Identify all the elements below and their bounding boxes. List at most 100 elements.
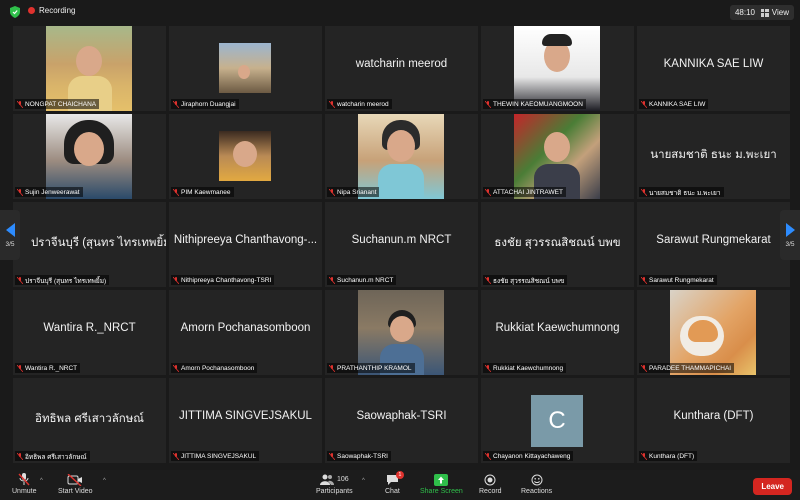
participant-display-name: Amorn Pochanasomboon bbox=[180, 322, 311, 334]
chat-button[interactable]: 1 Chat bbox=[385, 471, 404, 495]
participant-tile[interactable]: watcharin meerod watcharin meerod bbox=[325, 26, 478, 111]
participant-tile[interactable]: ATTACHAI JINTRAWET bbox=[481, 114, 634, 199]
participant-tile[interactable]: JITTIMA SINGVEJSAKUL JITTIMA SINGVEJSAKU… bbox=[169, 378, 322, 463]
share-screen-icon bbox=[434, 473, 449, 486]
participant-name-label: Rukkiat Kaewchumnong bbox=[483, 363, 567, 373]
participant-name-label: PIM Kaewmanee bbox=[171, 187, 234, 197]
participant-display-name: JITTIMA SINGVEJSAKUL bbox=[179, 410, 312, 422]
participants-button[interactable]: 106 Participants bbox=[316, 473, 353, 495]
participant-display-name: Sarawut Rungmekarat bbox=[656, 234, 771, 246]
mic-muted-icon bbox=[173, 277, 179, 284]
view-label: View bbox=[771, 8, 789, 17]
participant-name-label: PRATHANTHIP KRAMOL bbox=[327, 363, 415, 373]
participant-video bbox=[219, 43, 271, 93]
participant-tile[interactable]: PARADEE THAMMAPICHAI bbox=[637, 290, 790, 375]
previous-page-button[interactable]: 3/5 bbox=[0, 210, 20, 260]
unmute-button[interactable]: Unmute bbox=[12, 473, 37, 495]
participant-avatar: C bbox=[531, 395, 583, 447]
page-indicator: 3/5 bbox=[785, 240, 795, 248]
participant-name-label: Amorn Pochanasomboon bbox=[171, 363, 258, 373]
participant-tile[interactable]: Wantira R._NRCT Wantira R._NRCT bbox=[13, 290, 166, 375]
participant-display-name: อิทธิพล ศรีเสาวลักษณ์ bbox=[35, 413, 144, 425]
participant-name-label: KANNIKA SAE LIW bbox=[639, 99, 709, 109]
participant-tile[interactable]: Nithipreeya Chanthavong-... Nithipreeya … bbox=[169, 202, 322, 287]
mic-muted-icon bbox=[17, 101, 23, 108]
participant-tile[interactable]: ปราจีนบุรี (สุนทร ไทรเทพยิ้ม) ปราจีนบุรี… bbox=[13, 202, 166, 287]
participants-count: 106 bbox=[336, 476, 349, 483]
record-button[interactable]: Record bbox=[479, 473, 502, 495]
participant-tile[interactable]: Jiraphorn Duangjai bbox=[169, 26, 322, 111]
participants-label: Participants bbox=[316, 488, 353, 495]
participant-tile[interactable]: Saowaphak-TSRI Saowaphak-TSRI bbox=[325, 378, 478, 463]
mic-muted-icon bbox=[485, 189, 491, 196]
participant-tile[interactable]: Amorn Pochanasomboon Amorn Pochanasomboo… bbox=[169, 290, 322, 375]
participant-display-name: Rukkiat Kaewchumnong bbox=[495, 322, 620, 334]
share-screen-label: Share Screen bbox=[420, 488, 463, 495]
mic-muted-icon bbox=[641, 101, 647, 108]
participant-tile[interactable]: อิทธิพล ศรีเสาวลักษณ์ อิทธิพล ศรีเสาวลัก… bbox=[13, 378, 166, 463]
record-label: Record bbox=[479, 488, 502, 495]
participant-name-label: ธงชัย สุวรรณสิชณน์ บพข bbox=[483, 275, 568, 285]
audio-options-caret[interactable]: ^ bbox=[40, 478, 43, 484]
participant-tile[interactable]: PIM Kaewmanee bbox=[169, 114, 322, 199]
participant-tile[interactable]: NONGPAT CHAICHANA bbox=[13, 26, 166, 111]
next-page-button[interactable]: 3/5 bbox=[780, 210, 800, 260]
participant-name-label: นายสมชาติ ธนะ ม.พะเยา bbox=[639, 187, 724, 197]
participant-tile[interactable]: Rukkiat Kaewchumnong Rukkiat Kaewchumnon… bbox=[481, 290, 634, 375]
participant-tile[interactable]: Kunthara (DFT) Kunthara (DFT) bbox=[637, 378, 790, 463]
recording-indicator[interactable]: Recording bbox=[28, 6, 75, 15]
participant-name-label: JITTIMA SINGVEJSAKUL bbox=[171, 451, 260, 461]
mic-muted-icon bbox=[329, 101, 335, 108]
participant-display-name: KANNIKA SAE LIW bbox=[663, 58, 764, 70]
video-off-icon bbox=[67, 473, 83, 486]
mic-muted-icon bbox=[17, 277, 23, 284]
participant-display-name: watcharin meerod bbox=[355, 58, 448, 70]
participant-tile[interactable]: Sarawut Rungmekarat Sarawut Rungmekarat bbox=[637, 202, 790, 287]
participant-name-label: ปราจีนบุรี (สุนทร ไทรเทพยิ้ม) bbox=[15, 275, 110, 285]
recording-label: Recording bbox=[39, 6, 76, 15]
mic-muted-icon bbox=[173, 453, 179, 460]
top-bar: Recording 48:10 View bbox=[0, 0, 800, 24]
reactions-icon bbox=[531, 474, 543, 485]
share-screen-button[interactable]: Share Screen bbox=[420, 473, 463, 495]
participant-tile[interactable]: PRATHANTHIP KRAMOL bbox=[325, 290, 478, 375]
leave-button[interactable]: Leave bbox=[753, 478, 792, 495]
participant-display-name: Kunthara (DFT) bbox=[673, 410, 754, 422]
mic-muted-icon bbox=[173, 101, 179, 108]
meeting-toolbar: Unmute ^ Start Video ^ 106 Participants … bbox=[0, 470, 800, 500]
participant-tile[interactable]: นายสมชาติ ธนะ ม.พะเยา นายสมชาติ ธนะ ม.พะ… bbox=[637, 114, 790, 199]
participant-tile[interactable]: Suchanun.m NRCT Suchanun.m NRCT bbox=[325, 202, 478, 287]
participant-tile[interactable]: Nipa Srianant bbox=[325, 114, 478, 199]
mic-muted-icon bbox=[485, 365, 491, 372]
gallery-grid: NONGPAT CHAICHANA Jiraphorn Duangjai wat… bbox=[13, 26, 790, 468]
shield-icon[interactable] bbox=[10, 6, 20, 18]
mic-muted-icon bbox=[329, 189, 335, 196]
start-video-button[interactable]: Start Video bbox=[58, 473, 93, 495]
participant-tile[interactable]: ธงชัย สุวรรณสิชณน์ บพข ธงชัย สุวรรณสิชณน… bbox=[481, 202, 634, 287]
participant-name-label: อิทธิพล ศรีเสาวลักษณ์ bbox=[15, 451, 90, 461]
participant-tile[interactable]: C Chayanon Kittayachaweng bbox=[481, 378, 634, 463]
arrow-left-icon bbox=[5, 222, 15, 237]
reactions-button[interactable]: Reactions bbox=[521, 473, 552, 495]
participants-options-caret[interactable]: ^ bbox=[362, 478, 365, 484]
record-dot-icon bbox=[28, 7, 35, 14]
participant-name-label: Chayanon Kittayachaweng bbox=[483, 451, 574, 461]
mic-muted-icon bbox=[17, 365, 23, 372]
participant-name-label: THEWIN KAEOMUANGMOON bbox=[483, 99, 586, 109]
start-video-label: Start Video bbox=[58, 488, 93, 495]
participant-tile[interactable]: Sujin Jenweerawat bbox=[13, 114, 166, 199]
mic-muted-icon bbox=[485, 277, 491, 284]
participant-name-label: Sujin Jenweerawat bbox=[15, 187, 83, 197]
mic-muted-icon bbox=[641, 365, 647, 372]
mic-muted-icon bbox=[329, 277, 335, 284]
mic-muted-icon bbox=[329, 453, 335, 460]
participant-tile[interactable]: KANNIKA SAE LIW KANNIKA SAE LIW bbox=[637, 26, 790, 111]
participant-tile[interactable]: THEWIN KAEOMUANGMOON bbox=[481, 26, 634, 111]
participant-name-label: NONGPAT CHAICHANA bbox=[15, 99, 100, 109]
participant-name-label: PARADEE THAMMAPICHAI bbox=[639, 363, 735, 373]
participant-name-label: Kunthara (DFT) bbox=[639, 451, 698, 461]
video-options-caret[interactable]: ^ bbox=[103, 478, 106, 484]
view-button[interactable]: View bbox=[755, 5, 794, 20]
participant-display-name: Nithipreeya Chanthavong-... bbox=[173, 234, 318, 246]
mic-muted-icon bbox=[329, 365, 335, 372]
